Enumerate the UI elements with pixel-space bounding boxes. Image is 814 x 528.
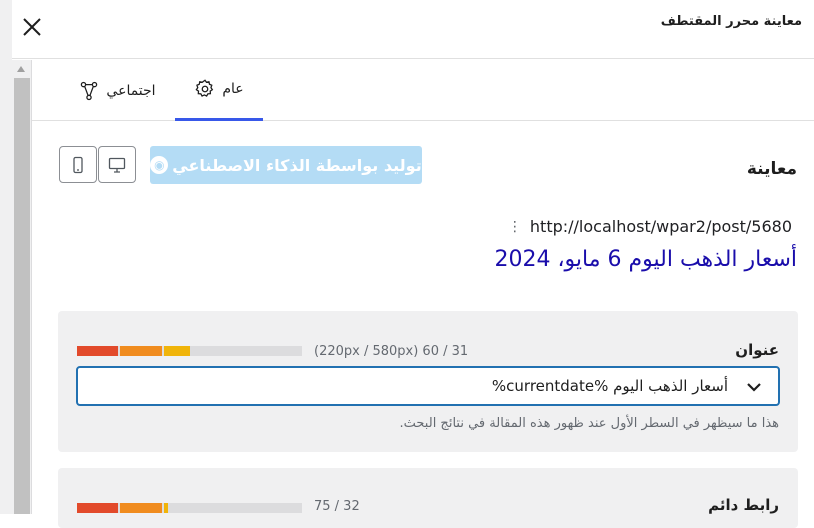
permalink-counter: 75 / 32 <box>314 499 360 514</box>
bar-segment-yellow <box>164 346 190 356</box>
serp-url: http://localhost/wpar2/post/5680 <box>529 217 792 236</box>
title-help-text: هذا ما سيظهر في السطر الأول عند ظهور هذه… <box>399 416 779 431</box>
title-field-label: عنوان <box>735 341 779 359</box>
title-progress-bar <box>77 346 302 356</box>
ai-sparkle-icon: ◉ <box>150 156 169 174</box>
tab-general-label: عام <box>222 81 244 97</box>
preview-heading: معاينة <box>746 159 797 179</box>
title-input[interactable]: أسعار الذهب اليوم %currentdate% <box>76 366 780 406</box>
modal-title: معاينة محرر المقتطف <box>660 14 802 29</box>
tab-social[interactable]: اجتماعي <box>72 60 162 121</box>
bar-segment-orange <box>120 346 162 356</box>
share-icon <box>81 81 98 100</box>
bar-segment-orange <box>120 503 162 513</box>
bar-segment-red <box>77 503 118 513</box>
more-options-icon[interactable]: ⋮ <box>508 219 522 235</box>
serp-url-line: ⋮ http://localhost/wpar2/post/5680 <box>508 217 792 236</box>
bar-segment-red <box>77 346 118 356</box>
permalink-field-label: رابط دائم <box>708 496 779 514</box>
chevron-down-icon[interactable] <box>744 377 764 397</box>
mobile-icon <box>73 156 83 173</box>
permalink-field-panel: رابط دائم 75 / 32 <box>58 468 798 528</box>
tab-general[interactable]: عام <box>175 60 263 121</box>
mobile-preview-button[interactable] <box>59 146 97 183</box>
permalink-progress-bar <box>77 503 302 513</box>
desktop-preview-button[interactable] <box>98 146 136 183</box>
ai-generate-button[interactable]: توليد بواسطة الذكاء الاصطناعي ◉ <box>150 146 422 184</box>
tab-bar: عام اجتماعي <box>32 60 814 121</box>
close-button[interactable] <box>17 12 47 42</box>
bar-segment-yellow <box>164 503 168 513</box>
desktop-icon <box>108 157 126 173</box>
tab-social-label: اجتماعي <box>106 82 156 99</box>
scrollbar-thumb[interactable] <box>14 78 30 514</box>
close-icon <box>23 18 41 36</box>
modal-header: معاينة محرر المقتطف <box>12 0 814 59</box>
serp-title: أسعار الذهب اليوم 6 مايو، 2024 <box>494 247 797 272</box>
snippet-editor-modal: معاينة محرر المقتطف عام اجتماعي توليد بو… <box>12 0 814 528</box>
scroll-up-arrow-icon[interactable] <box>17 66 25 72</box>
gear-icon <box>195 79 214 97</box>
title-input-value: أسعار الذهب اليوم %currentdate% <box>491 377 728 395</box>
page-edge <box>0 0 12 514</box>
title-counter: (220px / 580px) 60 / 31 <box>314 344 469 359</box>
ai-button-label: توليد بواسطة الذكاء الاصطناعي <box>172 155 422 175</box>
title-field-panel: عنوان (220px / 580px) 60 / 31 أسعار الذه… <box>58 311 798 452</box>
